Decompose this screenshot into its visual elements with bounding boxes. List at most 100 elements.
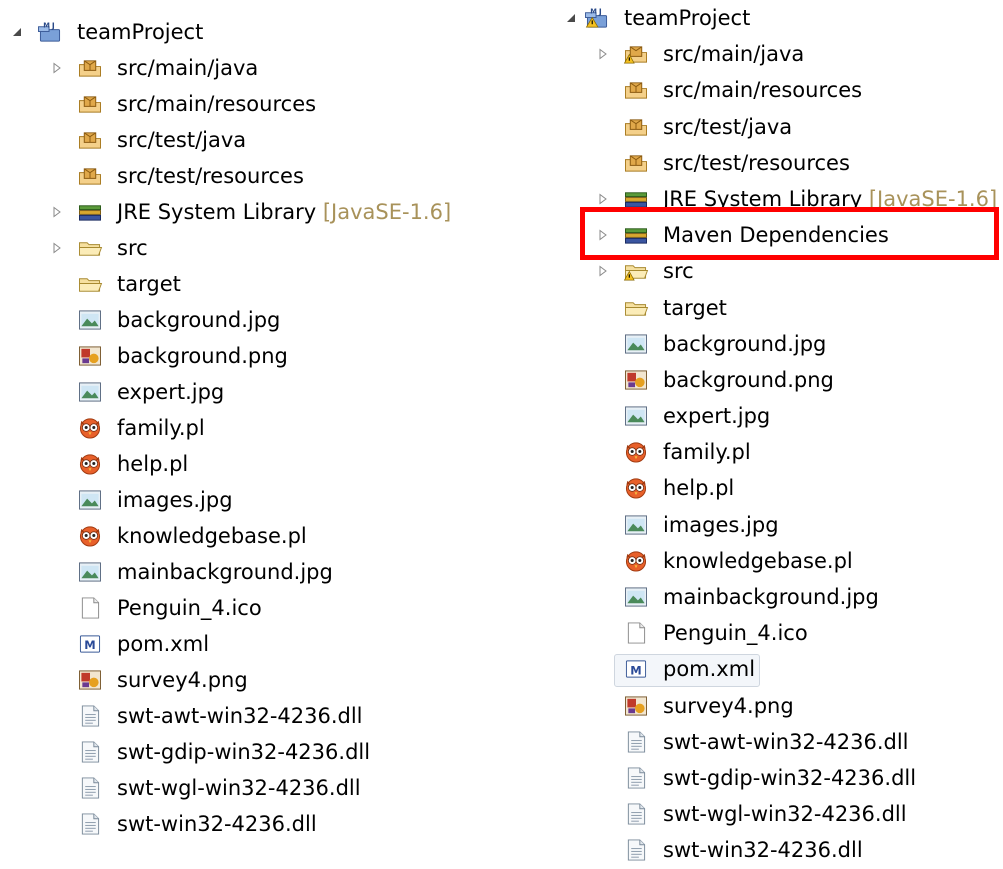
tree-node-target[interactable]: target (0, 266, 540, 302)
collapsed-toggle[interactable] (596, 47, 610, 61)
tree-node-label: src/main/java (117, 55, 258, 81)
tree-node-swt-wgl-win32-4236-dll[interactable]: swt-wgl-win32-4236.dll (0, 770, 540, 806)
tree-node-label: JRE System Library [JavaSE-1.6] (663, 186, 997, 212)
prolog-owl-icon (79, 526, 101, 547)
tree-node-src-test-resources[interactable]: src/test/resources (0, 158, 540, 194)
tree-node-penguin-4-ico[interactable]: Penguin_4.ico (0, 590, 540, 626)
tree-node-label: pom.xml (663, 656, 755, 682)
tree-node-help-pl[interactable]: help.pl (556, 470, 1003, 506)
expanded-arrow-icon[interactable] (564, 11, 578, 25)
collapsed-toggle[interactable] (50, 205, 64, 219)
tree-node-swt-awt-win32-4236-dll[interactable]: swt-awt-win32-4236.dll (556, 724, 1003, 760)
prolog-owl-icon (79, 454, 101, 475)
collapsed-toggle[interactable] (596, 228, 610, 242)
tree-node-pom-xml[interactable]: Mpom.xml (556, 651, 1003, 688)
tree-node-label: swt-awt-win32-4236.dll (117, 703, 363, 729)
tree-node-label: mainbackground.jpg (663, 584, 879, 610)
tree-node-label: help.pl (663, 475, 734, 501)
tree-node-background-jpg[interactable]: background.jpg (0, 302, 540, 338)
tree-node-jre-system-library[interactable]: JRE System Library [JavaSE-1.6] (0, 194, 540, 230)
tree-node-family-pl[interactable]: family.pl (0, 410, 540, 446)
tree-node-jre-system-library[interactable]: JRE System Library [JavaSE-1.6] (556, 181, 1003, 217)
collapsed-toggle[interactable] (50, 241, 64, 255)
tree-node-swt-gdip-win32-4236-dll[interactable]: swt-gdip-win32-4236.dll (556, 760, 1003, 796)
tree-node-mainbackground-jpg[interactable]: mainbackground.jpg (556, 579, 1003, 615)
tree-node-swt-awt-win32-4236-dll[interactable]: swt-awt-win32-4236.dll (0, 698, 540, 734)
tree-node-knowledgebase-pl[interactable]: knowledgebase.pl (0, 518, 540, 554)
tree-node-images-jpg[interactable]: images.jpg (556, 507, 1003, 543)
tree-node-src-main-resources[interactable]: src/main/resources (0, 86, 540, 122)
png-image-icon (79, 346, 101, 366)
prolog-owl-icon (625, 478, 647, 499)
expanded-arrow-icon (567, 14, 575, 22)
tree-node-label-text: survey4.png (663, 693, 794, 718)
tree-node-background-png[interactable]: background.png (556, 362, 1003, 398)
tree-node-src-test-resources[interactable]: src/test/resources (556, 145, 1003, 181)
tree-node-label: swt-win32-4236.dll (117, 811, 317, 837)
collapsed-toggle[interactable] (50, 61, 64, 75)
tree-node-label: Penguin_4.ico (117, 595, 262, 621)
svg-text:J: J (598, 8, 602, 17)
tree-node-swt-win32-4236-dll[interactable]: swt-win32-4236.dll (556, 832, 1003, 868)
tree-node-label: knowledgebase.pl (663, 548, 853, 574)
tree-node-expert-jpg[interactable]: expert.jpg (0, 374, 540, 410)
tree-node-background-jpg[interactable]: background.jpg (556, 326, 1003, 362)
tree-node-src-test-java[interactable]: src/test/java (0, 122, 540, 158)
tree-node-swt-wgl-win32-4236-dll[interactable]: swt-wgl-win32-4236.dll (556, 796, 1003, 832)
package-folder-icon (79, 60, 101, 77)
tree-node-expert-jpg[interactable]: expert.jpg (556, 398, 1003, 434)
tree-node-target[interactable]: target (556, 290, 1003, 326)
jpg-image-icon (625, 587, 647, 607)
tree-node-label-text: src/test/java (117, 128, 247, 152)
tree-node-label-text: JRE System Library (663, 186, 863, 211)
package-folder-icon (79, 96, 101, 113)
tree-node-label-text: src/test/java (663, 114, 793, 139)
tree-node-mainbackground-jpg[interactable]: mainbackground.jpg (0, 554, 540, 590)
library-icon (79, 205, 101, 221)
collapsed-toggle[interactable] (596, 192, 610, 206)
text-file-icon (627, 839, 646, 861)
tree-node-family-pl[interactable]: family.pl (556, 434, 1003, 470)
tree-node-label: swt-awt-win32-4236.dll (663, 729, 909, 755)
tree-node-label-text: background.png (117, 344, 288, 368)
tree-node-src-main-java[interactable]: src/main/java (0, 50, 540, 86)
prolog-owl-icon (625, 551, 647, 572)
tree-node-teamproject[interactable]: M J teamProject (556, 0, 1003, 36)
tree-node-knowledgebase-pl[interactable]: knowledgebase.pl (556, 543, 1003, 579)
blank-file-icon (627, 622, 646, 644)
tree-node-label-text: images.jpg (117, 488, 233, 512)
tree-node-label: src/test/resources (117, 163, 304, 189)
tree-node-label-text: swt-win32-4236.dll (117, 812, 317, 836)
folder-icon (625, 301, 649, 316)
tree-node-images-jpg[interactable]: images.jpg (0, 482, 540, 518)
tree-node-background-png[interactable]: background.png (0, 338, 540, 374)
collapsed-toggle[interactable] (596, 264, 610, 278)
tree-node-label: Penguin_4.ico (663, 620, 808, 646)
tree-node-maven-dependencies[interactable]: Maven Dependencies (556, 217, 1003, 253)
tree-node-label-text: swt-awt-win32-4236.dll (663, 729, 909, 754)
tree-node-survey4-png[interactable]: survey4.png (556, 688, 1003, 724)
tree-node-src-main-java[interactable]: src/main/java (556, 36, 1003, 72)
tree-node-survey4-png[interactable]: survey4.png (0, 662, 540, 698)
tree-node-label: expert.jpg (117, 379, 224, 405)
text-file-icon (81, 705, 100, 727)
tree-node-label-text: target (663, 295, 727, 320)
tree-node-label-text: swt-gdip-win32-4236.dll (663, 765, 917, 790)
tree-node-help-pl[interactable]: help.pl (0, 446, 540, 482)
expanded-arrow-icon[interactable] (10, 25, 24, 39)
tree-node-pom-xml[interactable]: Mpom.xml (0, 626, 540, 662)
tree-node-src-test-java[interactable]: src/test/java (556, 109, 1003, 145)
tree-node-penguin-4-ico[interactable]: Penguin_4.ico (556, 615, 1003, 651)
package-folder-icon (625, 155, 647, 172)
project-explorer-tree-after: M J teamProject src/main/java src/main/r… (556, 0, 1003, 869)
tree-node-src[interactable]: src (556, 253, 1003, 289)
tree-node-label: expert.jpg (663, 403, 770, 429)
tree-node-label: target (663, 295, 727, 321)
text-file-icon (627, 803, 646, 825)
tree-node-teamproject[interactable]: M J teamProject (0, 14, 540, 50)
tree-node-src-main-resources[interactable]: src/main/resources (556, 72, 1003, 108)
tree-node-swt-gdip-win32-4236-dll[interactable]: swt-gdip-win32-4236.dll (0, 734, 540, 770)
tree-node-src[interactable]: src (0, 230, 540, 266)
tree-node-swt-win32-4236-dll[interactable]: swt-win32-4236.dll (0, 806, 540, 842)
tree-node-label: survey4.png (663, 693, 794, 719)
